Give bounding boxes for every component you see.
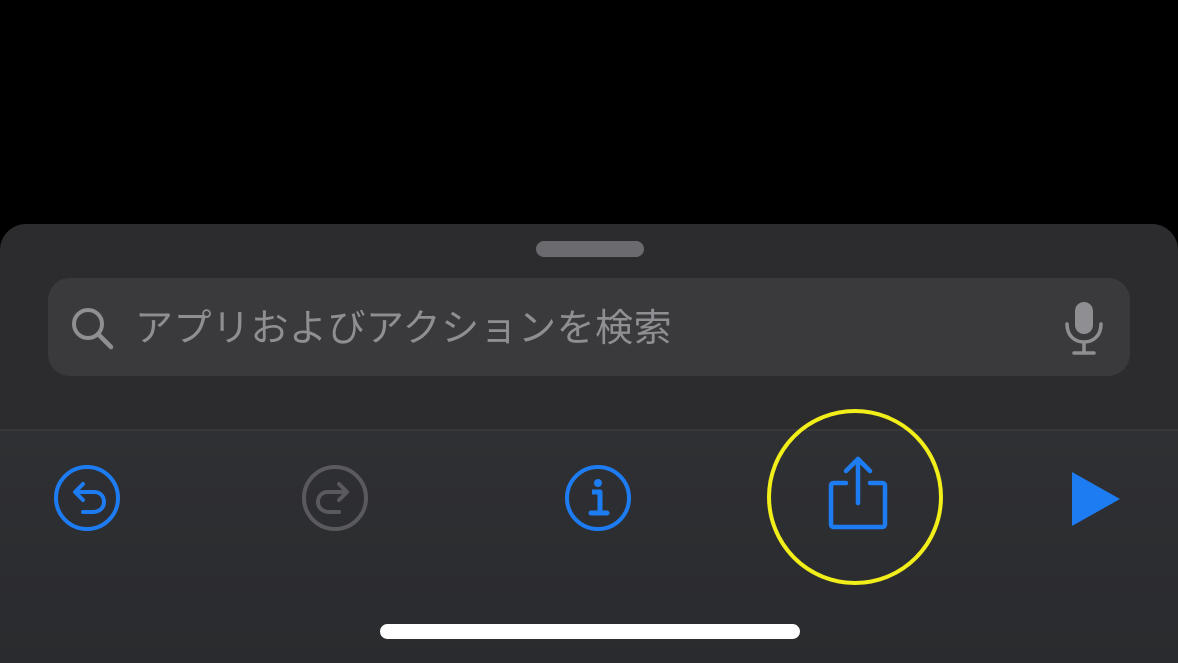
screen: アプリおよびアクションを検索 xyxy=(0,0,1178,663)
run-button[interactable] xyxy=(1062,467,1126,531)
undo-icon xyxy=(54,465,120,531)
sheet-grabber[interactable] xyxy=(536,241,644,257)
info-button[interactable] xyxy=(563,463,633,533)
share-icon xyxy=(828,456,888,530)
play-icon xyxy=(1072,472,1120,526)
info-icon xyxy=(565,465,631,531)
action-sheet: アプリおよびアクションを検索 xyxy=(0,224,1178,663)
redo-button[interactable] xyxy=(300,463,370,533)
redo-icon xyxy=(302,465,368,531)
microphone-icon[interactable] xyxy=(1060,300,1108,358)
search-icon xyxy=(72,308,114,350)
share-button[interactable] xyxy=(818,451,898,541)
home-indicator[interactable] xyxy=(380,624,800,639)
search-placeholder[interactable]: アプリおよびアクションを検索 xyxy=(135,302,672,354)
undo-button[interactable] xyxy=(52,463,122,533)
